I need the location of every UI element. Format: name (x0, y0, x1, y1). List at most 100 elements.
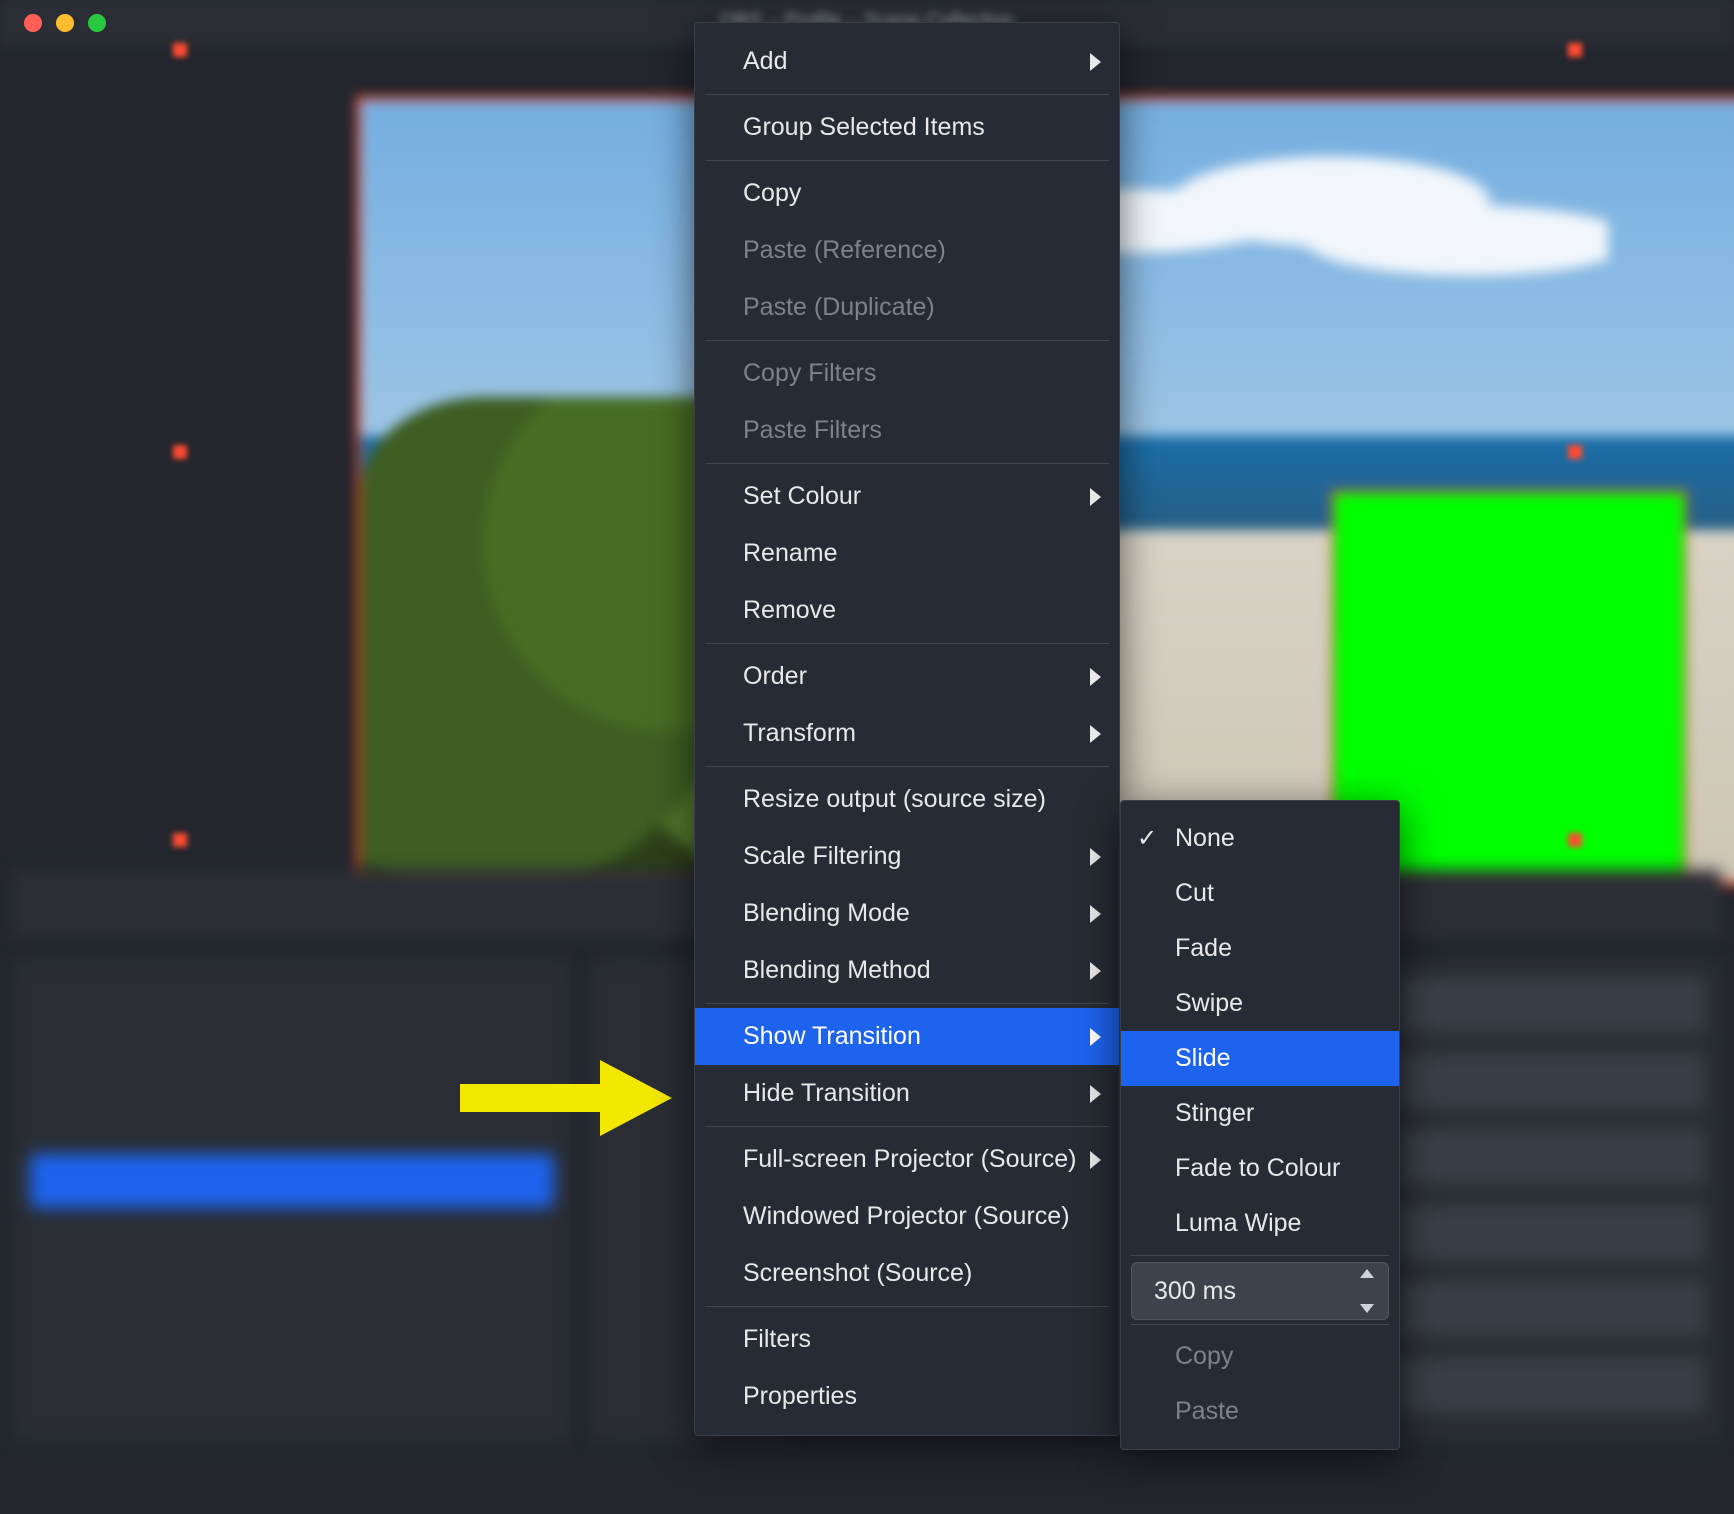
menu-item-win_projector[interactable]: Windowed Projector (Source) (695, 1188, 1119, 1245)
menu-item-blending_mode[interactable]: Blending Mode (695, 885, 1119, 942)
control-button[interactable] (1400, 978, 1704, 1032)
menu-item-group[interactable]: Group Selected Items (695, 99, 1119, 156)
menu-item-label: Copy Filters (743, 361, 876, 386)
submenu-item-label: Copy (1175, 1344, 1233, 1369)
menu-item-remove[interactable]: Remove (695, 582, 1119, 639)
transition-option-cut[interactable]: Cut (1121, 866, 1399, 921)
menu-item-screenshot[interactable]: Screenshot (Source) (695, 1245, 1119, 1302)
menu-item-label: Scale Filtering (743, 844, 901, 869)
menu-item-scale_filtering[interactable]: Scale Filtering (695, 828, 1119, 885)
menu-item-paste_dup: Paste (Duplicate) (695, 279, 1119, 336)
menu-item-label: Resize output (source size) (743, 787, 1046, 812)
menu-item-properties[interactable]: Properties (695, 1368, 1119, 1425)
submenu-item-label: Stinger (1175, 1101, 1254, 1126)
menu-item-label: Paste Filters (743, 418, 882, 443)
transition-option-fade[interactable]: Fade (1121, 921, 1399, 976)
menu-separator (705, 1003, 1109, 1004)
control-button[interactable] (1400, 1358, 1704, 1412)
menu-separator (1131, 1255, 1389, 1256)
menu-item-fs_projector[interactable]: Full-screen Projector (Source) (695, 1131, 1119, 1188)
show-transition-submenu[interactable]: ✓ None Cut Fade Swipe Slide Stinger Fade to Col… (1120, 800, 1400, 1450)
transition-option-none[interactable]: ✓ None (1121, 811, 1399, 866)
menu-item-label: Copy (743, 181, 801, 206)
stepper-up-icon[interactable] (1360, 1269, 1374, 1278)
menu-item-label: Show Transition (743, 1024, 921, 1049)
menu-item-paste_filters: Paste Filters (695, 402, 1119, 459)
menu-item-set_colour[interactable]: Set Colour (695, 468, 1119, 525)
menu-item-label: Transform (743, 721, 856, 746)
transition-option-swipe[interactable]: Swipe (1121, 976, 1399, 1031)
menu-item-label: Set Colour (743, 484, 861, 509)
scenes-sources-panel (12, 960, 572, 1440)
transition-duration-stepper[interactable]: 300 ms (1131, 1262, 1389, 1320)
stepper-down-icon[interactable] (1360, 1304, 1374, 1313)
menu-item-label: Rename (743, 541, 838, 566)
submenu-item-copy: Copy (1121, 1329, 1399, 1384)
control-button[interactable] (1400, 1282, 1704, 1336)
menu-separator (705, 463, 1109, 464)
menu-item-label: Windowed Projector (Source) (743, 1204, 1070, 1229)
submenu-item-label: Swipe (1175, 991, 1243, 1016)
chevron-right-icon (1090, 848, 1101, 866)
menu-separator (705, 340, 1109, 341)
transition-option-luma[interactable]: Luma Wipe (1121, 1196, 1399, 1251)
control-button[interactable] (1400, 1054, 1704, 1108)
list-item-selected[interactable] (30, 1154, 554, 1208)
menu-item-label: Hide Transition (743, 1081, 910, 1106)
menu-item-blending_method[interactable]: Blending Method (695, 942, 1119, 999)
submenu-item-label: None (1175, 826, 1235, 851)
chevron-right-icon (1090, 725, 1101, 743)
menu-item-resize_output[interactable]: Resize output (source size) (695, 771, 1119, 828)
menu-item-filters[interactable]: Filters (695, 1311, 1119, 1368)
menu-separator (705, 766, 1109, 767)
transition-option-fadecol[interactable]: Fade to Colour (1121, 1141, 1399, 1196)
chevron-right-icon (1090, 1028, 1101, 1046)
menu-item-hide_transition[interactable]: Hide Transition (695, 1065, 1119, 1122)
control-button[interactable] (1400, 1130, 1704, 1184)
chevron-right-icon (1090, 668, 1101, 686)
chevron-right-icon (1090, 488, 1101, 506)
menu-item-label: Blending Method (743, 958, 931, 983)
transition-option-stinger[interactable]: Stinger (1121, 1086, 1399, 1141)
source-context-menu[interactable]: Add Group Selected Items Copy Paste (Refere… (694, 22, 1120, 1436)
menu-separator (705, 643, 1109, 644)
menu-item-label: Add (743, 49, 787, 74)
menu-separator (1131, 1324, 1389, 1325)
menu-item-order[interactable]: Order (695, 648, 1119, 705)
menu-item-label: Filters (743, 1327, 811, 1352)
chevron-right-icon (1090, 1151, 1101, 1169)
menu-item-show_transition[interactable]: Show Transition (695, 1008, 1119, 1065)
menu-item-label: Properties (743, 1384, 857, 1409)
menu-item-copy_filters: Copy Filters (695, 345, 1119, 402)
app-window: OBS – Profile – Scene Collection (0, 0, 1734, 1514)
controls-panel (1382, 960, 1722, 1440)
menu-item-rename[interactable]: Rename (695, 525, 1119, 582)
menu-item-label: Paste (Reference) (743, 238, 946, 263)
chevron-right-icon (1090, 53, 1101, 71)
chevron-right-icon (1090, 1085, 1101, 1103)
menu-item-label: Screenshot (Source) (743, 1261, 972, 1286)
check-icon: ✓ (1137, 827, 1157, 851)
submenu-item-label: Paste (1175, 1399, 1239, 1424)
list-item[interactable] (30, 1092, 554, 1146)
transition-option-slide[interactable]: Slide (1121, 1031, 1399, 1086)
chevron-right-icon (1090, 905, 1101, 923)
menu-item-label: Order (743, 664, 807, 689)
transition-duration-value: 300 ms (1154, 1279, 1236, 1304)
submenu-item-paste: Paste (1121, 1384, 1399, 1439)
list-item[interactable] (30, 1030, 554, 1084)
submenu-item-label: Slide (1175, 1046, 1231, 1071)
menu-separator (705, 1126, 1109, 1127)
menu-item-paste_ref: Paste (Reference) (695, 222, 1119, 279)
menu-item-label: Paste (Duplicate) (743, 295, 935, 320)
menu-separator (705, 160, 1109, 161)
submenu-item-label: Cut (1175, 881, 1214, 906)
submenu-item-label: Fade to Colour (1175, 1156, 1340, 1181)
menu-separator (705, 94, 1109, 95)
control-button[interactable] (1400, 1206, 1704, 1260)
menu-item-copy[interactable]: Copy (695, 165, 1119, 222)
menu-item-add[interactable]: Add (695, 33, 1119, 90)
menu-item-label: Remove (743, 598, 836, 623)
menu-item-transform[interactable]: Transform (695, 705, 1119, 762)
menu-item-label: Group Selected Items (743, 115, 985, 140)
